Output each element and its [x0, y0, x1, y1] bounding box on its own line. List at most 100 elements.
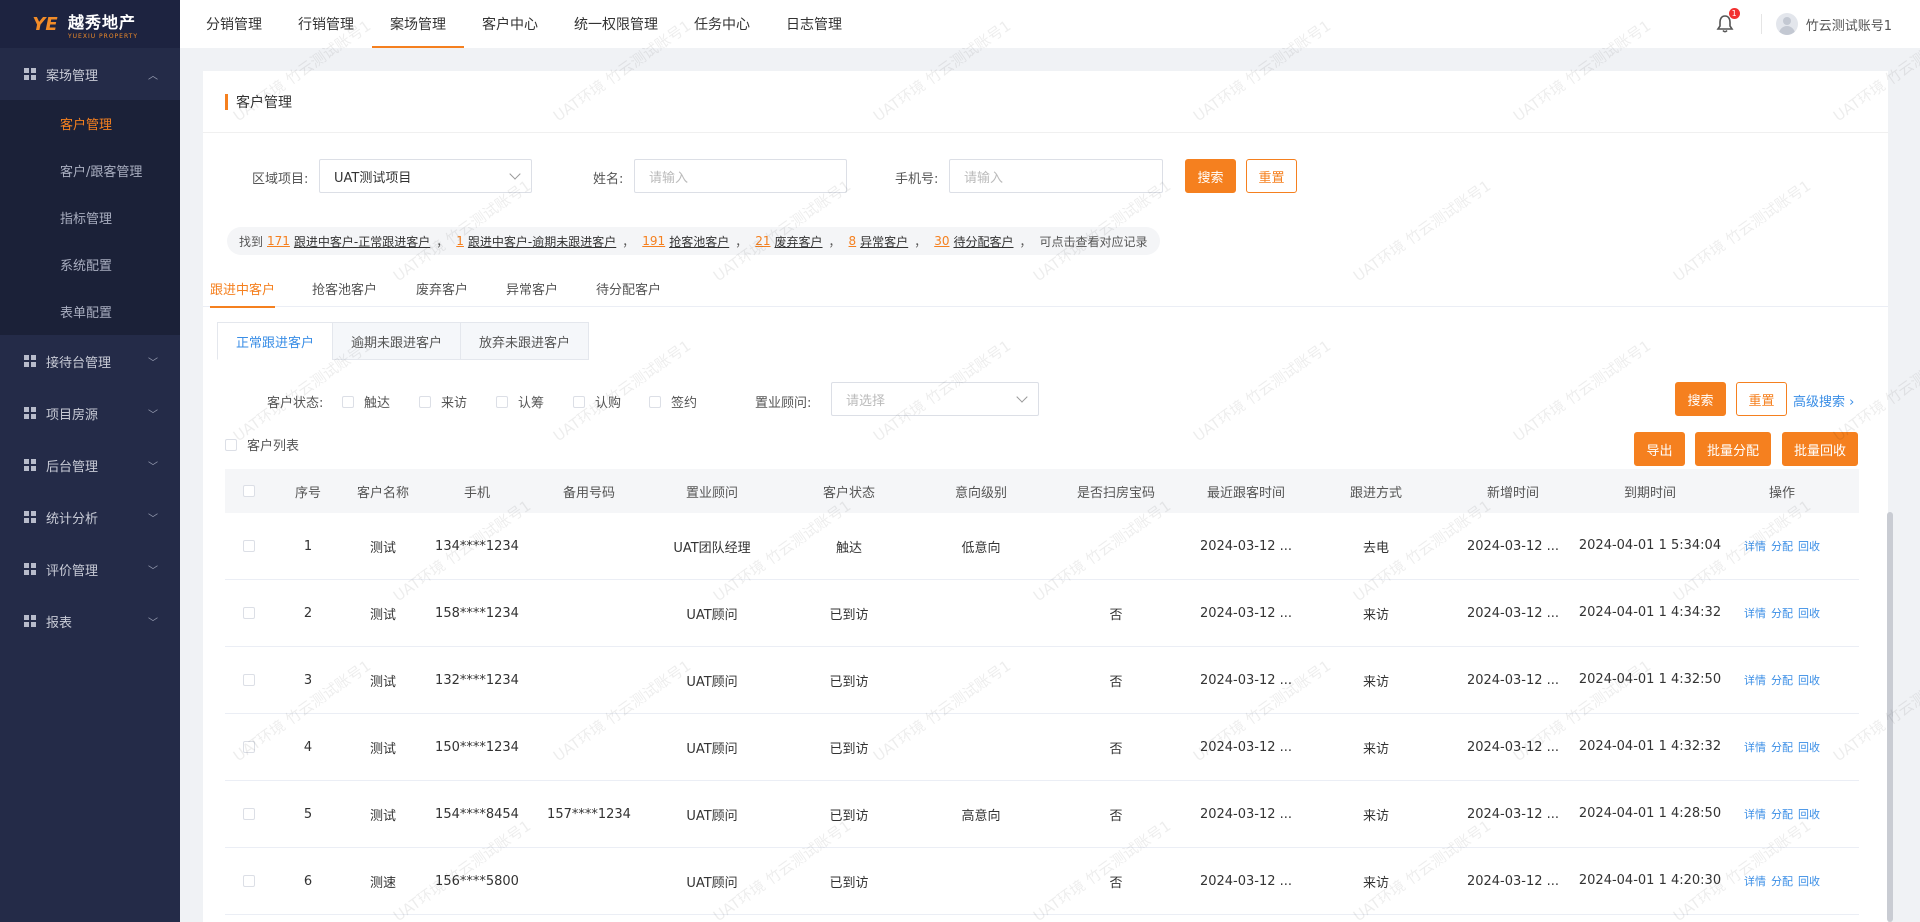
checkbox[interactable]	[649, 395, 661, 408]
advanced-search-link[interactable]: 高级搜索 ›	[1793, 391, 1854, 410]
search-button[interactable]: 搜索	[1185, 159, 1236, 193]
batch-assign-button[interactable]: 批量分配	[1695, 432, 1771, 466]
sidebar-group-6[interactable]: 报表 ﹀	[0, 595, 180, 647]
summary-link[interactable]: 异常客户	[860, 233, 908, 250]
sidebar-group-3[interactable]: 后台管理 ﹀	[0, 439, 180, 491]
action-link-2[interactable]: 回收	[1798, 672, 1820, 688]
top-nav-item-2[interactable]: 案场管理	[372, 0, 464, 48]
sidebar-item-0[interactable]: 客户管理	[0, 100, 180, 147]
avatar[interactable]	[1775, 13, 1798, 35]
top-nav-item-3[interactable]: 客户中心	[464, 0, 556, 48]
subtab-1[interactable]: 逾期未跟进客户	[332, 322, 462, 360]
action-link-0[interactable]: 详情	[1744, 873, 1766, 889]
table-cell: 来访	[1362, 741, 1389, 757]
top-nav-item-0[interactable]: 分销管理	[188, 0, 280, 48]
tab-3[interactable]: 异常客户	[506, 269, 558, 307]
summary-count[interactable]: 21	[755, 234, 770, 248]
action-link-0[interactable]: 详情	[1744, 806, 1766, 822]
action-link-0[interactable]: 详情	[1744, 605, 1766, 621]
table-cell: UAT顾问	[686, 607, 738, 623]
consultant-label: 置业顾问:	[755, 396, 812, 411]
summary-count[interactable]: 171	[267, 234, 290, 248]
sidebar-item-3[interactable]: 系统配置	[0, 241, 180, 288]
action-link-2[interactable]: 回收	[1798, 739, 1820, 755]
summary-count[interactable]: 30	[934, 234, 949, 248]
column-header: 到期时间	[1623, 485, 1676, 501]
subtab-0[interactable]: 正常跟进客户	[217, 322, 334, 360]
checkbox[interactable]	[573, 395, 585, 408]
status-checkbox-4[interactable]: 签约	[649, 392, 697, 411]
status-checkbox-3[interactable]: 认购	[573, 392, 621, 411]
sidebar: YE 越秀地产 YUEXIU PROPERTY 案场管理 ︿ 客户管理 客户/跟客管理…	[0, 0, 180, 922]
bell-icon[interactable]: 1	[1715, 8, 1740, 34]
username[interactable]: 竹云测试账号1	[1806, 15, 1892, 34]
action-link-1[interactable]: 分配	[1771, 672, 1793, 688]
tab-1[interactable]: 抢客池客户	[312, 269, 377, 307]
tab-4[interactable]: 待分配客户	[596, 269, 661, 307]
action-link-2[interactable]: 回收	[1798, 605, 1820, 621]
summary-separator: ，	[735, 234, 748, 249]
action-link-1[interactable]: 分配	[1771, 873, 1793, 889]
top-nav-item-6[interactable]: 日志管理	[768, 0, 860, 48]
tab-2[interactable]: 废弃客户	[416, 269, 468, 307]
top-nav-item-5[interactable]: 任务中心	[676, 0, 768, 48]
list-checkbox[interactable]	[225, 438, 237, 451]
sidebar-group-5[interactable]: 评价管理 ﹀	[0, 543, 180, 595]
consultant-select[interactable]: 请选择	[831, 382, 1039, 416]
sidebar-item-1[interactable]: 客户/跟客管理	[0, 147, 180, 194]
reset-button[interactable]: 重置	[1246, 159, 1297, 193]
checkbox[interactable]	[419, 395, 431, 408]
batch-recall-button[interactable]: 批量回收	[1782, 432, 1858, 466]
row-checkbox[interactable]	[243, 540, 255, 552]
top-nav-item-4[interactable]: 统一权限管理	[556, 0, 676, 48]
status-search-button[interactable]: 搜索	[1675, 382, 1726, 416]
summary-count[interactable]: 8	[849, 234, 857, 248]
sidebar-group-1[interactable]: 接待台管理 ﹀	[0, 335, 180, 387]
summary-count[interactable]: 191	[642, 234, 665, 248]
action-link-0[interactable]: 详情	[1744, 739, 1766, 755]
checkbox[interactable]	[342, 395, 354, 408]
action-link-2[interactable]: 回收	[1798, 873, 1820, 889]
select-all-checkbox[interactable]	[243, 485, 255, 497]
row-checkbox[interactable]	[243, 674, 255, 686]
sidebar-group-0[interactable]: 案场管理 ︿	[0, 48, 180, 100]
sidebar-group-4[interactable]: 统计分析 ﹀	[0, 491, 180, 543]
export-button[interactable]: 导出	[1634, 432, 1685, 466]
summary-count[interactable]: 1	[456, 234, 464, 248]
sidebar-group-2[interactable]: 项目房源 ﹀	[0, 387, 180, 439]
action-link-0[interactable]: 详情	[1744, 538, 1766, 554]
row-checkbox[interactable]	[243, 875, 255, 887]
row-checkbox[interactable]	[243, 808, 255, 820]
status-checkbox-1[interactable]: 来访	[419, 392, 467, 411]
summary-link[interactable]: 待分配客户	[953, 233, 1013, 250]
sidebar-item-2[interactable]: 指标管理	[0, 194, 180, 241]
sidebar-item-4[interactable]: 表单配置	[0, 288, 180, 335]
tab-0[interactable]: 跟进中客户	[210, 269, 276, 308]
summary-link[interactable]: 废弃客户	[775, 233, 823, 250]
status-checkbox-0[interactable]: 触达	[342, 392, 390, 411]
summary-link[interactable]: 跟进中客户-正常跟进客户	[294, 233, 430, 250]
logo-text-en: YUEXIU PROPERTY	[68, 32, 139, 40]
row-checkbox[interactable]	[243, 741, 255, 753]
top-nav-item-1[interactable]: 行销管理	[280, 0, 372, 48]
summary-link[interactable]: 跟进中客户-逾期未跟进客户	[468, 233, 616, 250]
action-link-2[interactable]: 回收	[1798, 538, 1820, 554]
action-link-1[interactable]: 分配	[1771, 538, 1793, 554]
subtab-2[interactable]: 放弃未跟进客户	[460, 322, 590, 360]
region-select[interactable]: UAT测试项目	[319, 159, 532, 193]
table-cell: 2024-04-01 1 4:32:50	[1578, 672, 1722, 687]
phone-input[interactable]: 请输入	[949, 159, 1163, 193]
action-link-1[interactable]: 分配	[1771, 605, 1793, 621]
action-link-1[interactable]: 分配	[1771, 806, 1793, 822]
action-link-0[interactable]: 详情	[1744, 672, 1766, 688]
name-input[interactable]: 请输入	[634, 159, 847, 193]
status-checkbox-2[interactable]: 认筹	[496, 392, 544, 411]
checkbox[interactable]	[496, 395, 508, 408]
action-link-1[interactable]: 分配	[1771, 739, 1793, 755]
scrollbar[interactable]	[1887, 512, 1893, 922]
status-reset-button[interactable]: 重置	[1736, 382, 1787, 416]
advanced-search-label: 高级搜索	[1793, 395, 1846, 410]
summary-link[interactable]: 抢客池客户	[669, 233, 729, 250]
action-link-2[interactable]: 回收	[1798, 806, 1820, 822]
row-checkbox[interactable]	[243, 607, 255, 619]
